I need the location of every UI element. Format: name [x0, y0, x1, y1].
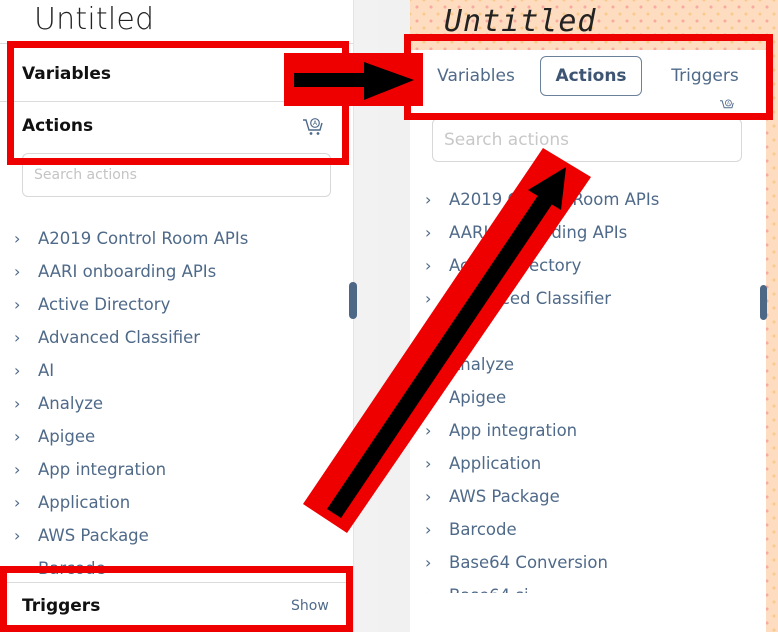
- action-package-item[interactable]: › A2019 Control Room APIs: [0, 222, 353, 255]
- action-package-item[interactable]: › AI: [0, 354, 353, 387]
- old-editor-panel: Untitled Variables Actions A › A2019 Cont…: [0, 0, 378, 632]
- action-package-label: Advanced Classifier: [38, 328, 201, 347]
- action-package-label: Analyze: [449, 355, 515, 374]
- tab-variables[interactable]: Variables: [428, 56, 524, 96]
- action-package-item[interactable]: ›Base64 si: [410, 579, 750, 593]
- divider: [0, 582, 353, 583]
- variables-section-header[interactable]: Variables: [22, 64, 111, 84]
- action-package-item[interactable]: › Apigee: [410, 381, 750, 414]
- action-package-item[interactable]: › Barcode: [0, 552, 353, 579]
- action-package-item[interactable]: › Application: [410, 447, 750, 480]
- chevron-right-icon: ›: [425, 289, 432, 308]
- action-package-label: A2019 Control Room APIs: [449, 190, 660, 209]
- action-package-label: AWS Package: [38, 526, 149, 545]
- chevron-right-icon: ›: [14, 427, 21, 446]
- chevron-right-icon: ›: [425, 520, 432, 539]
- action-package-item[interactable]: › Advanced Classifier: [0, 321, 353, 354]
- chevron-right-icon: ›: [14, 559, 21, 578]
- action-package-item[interactable]: › Advanced Classifier: [410, 282, 750, 315]
- chevron-right-icon: ›: [425, 355, 432, 374]
- action-package-item[interactable]: › Base64 Conversion: [410, 546, 750, 579]
- actions-list: › A2019 Control Room APIs › AARI onboarding…: [0, 222, 353, 579]
- action-package-label: AARI onboarding APIs: [449, 223, 628, 242]
- action-package-label: AI: [38, 361, 55, 380]
- tab-triggers[interactable]: Triggers: [660, 56, 750, 96]
- bot-store-cart-icon[interactable]: A: [302, 116, 324, 136]
- action-package-item[interactable]: › AARI onboarding APIs: [0, 255, 353, 288]
- chevron-right-icon: ›: [14, 493, 21, 512]
- action-package-label: Analyze: [38, 394, 104, 413]
- action-package-label: App integration: [449, 421, 578, 440]
- action-package-item[interactable]: › Analyze: [0, 387, 353, 420]
- chevron-right-icon: ›: [14, 328, 21, 347]
- bot-title: Untitled: [444, 4, 597, 39]
- chevron-right-icon: ›: [14, 361, 21, 380]
- divider: [0, 43, 353, 44]
- chevron-right-icon: ›: [425, 322, 432, 341]
- scrollbar-thumb[interactable]: [349, 282, 357, 319]
- palette-tabs: Variables Actions Triggers: [410, 50, 766, 112]
- action-package-label: A2019 Control Room APIs: [38, 229, 249, 248]
- action-package-item[interactable]: › Application: [0, 486, 353, 519]
- chevron-right-icon: ›: [14, 295, 21, 314]
- new-editor-panel: Untitled Variables Actions Triggers A › A…: [378, 0, 778, 632]
- action-package-label: Barcode: [38, 559, 106, 578]
- action-package-label: Active Directory: [449, 256, 582, 275]
- chevron-right-icon: ›: [425, 388, 432, 407]
- chevron-right-icon: ›: [425, 190, 432, 209]
- action-package-label: Advanced Classifier: [449, 289, 612, 308]
- action-package-item[interactable]: › Active Directory: [0, 288, 353, 321]
- search-actions-input[interactable]: [22, 153, 331, 197]
- action-package-label: Active Directory: [38, 295, 171, 314]
- action-package-label: Apigee: [449, 388, 507, 407]
- action-package-item[interactable]: › A2019 Control Room APIs: [410, 183, 750, 216]
- chevron-right-icon: ›: [425, 487, 432, 506]
- action-package-label: Base64 si: [449, 586, 529, 593]
- chevron-right-icon: ›: [425, 256, 432, 275]
- search-actions-input[interactable]: [432, 118, 742, 162]
- action-package-item[interactable]: › Active Directory: [410, 249, 750, 282]
- action-package-item[interactable]: › App integration: [0, 453, 353, 486]
- chevron-right-icon: ›: [14, 394, 21, 413]
- action-package-label: Application: [38, 493, 131, 512]
- chevron-right-icon: ›: [14, 262, 21, 281]
- triggers-section-header[interactable]: Triggers: [22, 596, 100, 616]
- action-package-label: Application: [449, 454, 542, 473]
- triggers-show-link[interactable]: Show: [291, 598, 329, 614]
- action-package-item[interactable]: › App integration: [410, 414, 750, 447]
- action-package-label: Base64 Conversion: [449, 553, 608, 572]
- action-package-item[interactable]: › AARI onboarding APIs: [410, 216, 750, 249]
- chevron-right-icon: ›: [425, 223, 432, 242]
- chevron-right-icon: ›: [14, 460, 21, 479]
- tab-actions[interactable]: Actions: [540, 56, 642, 96]
- chevron-right-icon: ›: [425, 553, 432, 572]
- chevron-right-icon: ›: [14, 229, 21, 248]
- bot-store-cart-icon[interactable]: A: [718, 98, 736, 112]
- chevron-right-icon: ›: [14, 526, 21, 545]
- action-package-item[interactable]: › Analyze: [410, 348, 750, 381]
- action-package-item[interactable]: › AWS Package: [0, 519, 353, 552]
- scrollbar-thumb[interactable]: [760, 285, 767, 320]
- action-package-label: Apigee: [38, 427, 96, 446]
- action-package-label: Barcode: [449, 520, 517, 539]
- actions-list: › A2019 Control Room APIs › AARI onboarding…: [410, 183, 750, 593]
- action-package-item[interactable]: › Barcode: [410, 513, 750, 546]
- chevron-right-icon: ›: [425, 586, 449, 593]
- action-package-item[interactable]: › Apigee: [0, 420, 353, 453]
- chevron-right-icon: ›: [425, 421, 432, 440]
- action-package-label: AI: [449, 322, 466, 341]
- bot-title: Untitled: [34, 2, 155, 37]
- svg-text:A: A: [727, 100, 730, 105]
- actions-section-header[interactable]: Actions: [22, 116, 93, 136]
- action-package-label: App integration: [38, 460, 167, 479]
- chevron-right-icon: ›: [425, 454, 432, 473]
- actions-palette: Variables Actions Triggers A › A2019 Cont…: [410, 50, 767, 632]
- action-package-item[interactable]: › AI: [410, 315, 750, 348]
- action-package-item[interactable]: › AWS Package: [410, 480, 750, 513]
- action-package-label: AWS Package: [449, 487, 560, 506]
- divider: [0, 101, 353, 102]
- action-package-label: AARI onboarding APIs: [38, 262, 217, 281]
